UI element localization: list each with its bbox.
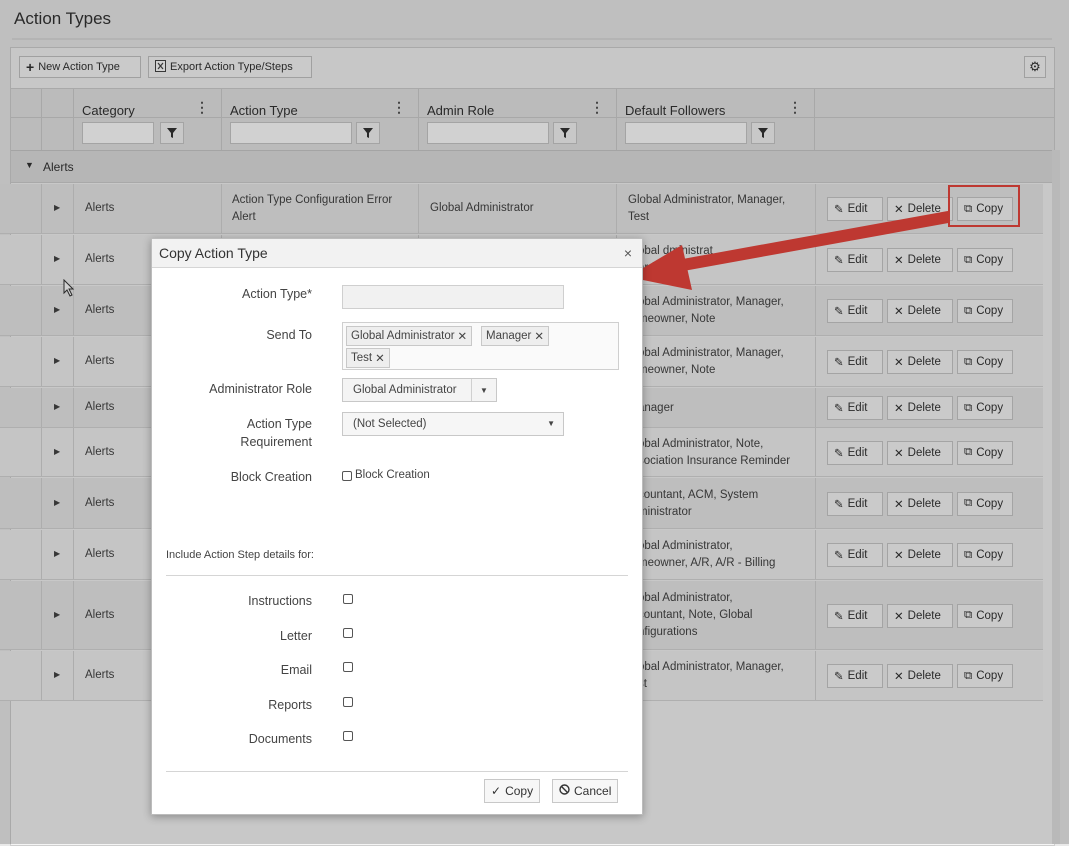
letter-checkbox[interactable] (343, 628, 353, 638)
copy-action-type-dialog: Copy Action Type × Action Type* Send To … (151, 238, 643, 815)
tag-label: Global Administrator (351, 330, 455, 342)
reports-label: Reports (268, 698, 312, 712)
section-divider (166, 575, 628, 576)
requirement-value: (Not Selected) (353, 418, 427, 430)
email-label: Email (280, 663, 312, 677)
block-creation-label: Block Creation (230, 470, 312, 484)
send-to-tag: Test ✕ (346, 348, 390, 368)
administrator-role-select[interactable]: Global Administrator ▼ (342, 378, 497, 402)
checkmark-icon: ✓ (491, 784, 502, 798)
tag-label: Test (351, 352, 373, 364)
letter-label: Letter (280, 629, 312, 643)
copy-label: Copy (505, 784, 534, 798)
include-details-heading: Include Action Step details for: (166, 549, 314, 561)
block-creation-checkbox[interactable] (342, 471, 352, 481)
instructions-checkbox[interactable] (343, 594, 353, 604)
cancel-label: Cancel (574, 784, 612, 798)
cancel-circle-icon (559, 784, 570, 798)
documents-label: Documents (248, 732, 312, 746)
send-to-tag: Global Administrator ✕ (346, 326, 473, 346)
requirement-label: Action Type (246, 417, 312, 431)
block-creation-check-label: Block Creation (355, 469, 430, 481)
close-icon[interactable]: × (624, 245, 632, 261)
administrator-role-label: Administrator Role (209, 382, 312, 396)
dialog-copy-button[interactable]: ✓ Copy (484, 779, 541, 803)
dialog-title: Copy Action Type (159, 245, 268, 261)
email-checkbox[interactable] (343, 662, 353, 672)
send-to-multiselect[interactable]: Global Administrator ✕ Manager ✕ Test ✕ (342, 322, 619, 370)
send-to-label: Send To (266, 328, 312, 342)
chevron-down-icon[interactable]: ▼ (471, 379, 496, 401)
instructions-label: Instructions (248, 594, 312, 608)
footer-divider (166, 771, 628, 772)
chevron-down-icon: ▼ (547, 419, 555, 428)
remove-tag-icon[interactable]: ✕ (534, 329, 544, 343)
remove-tag-icon[interactable]: ✕ (375, 351, 385, 365)
tag-label: Manager (486, 330, 532, 342)
requirement-label-line2: Requirement (240, 435, 312, 449)
action-type-label: Action Type* (242, 287, 312, 301)
send-to-tag: Manager ✕ (481, 326, 550, 346)
reports-checkbox[interactable] (343, 697, 353, 707)
action-type-requirement-select[interactable]: (Not Selected) ▼ (342, 412, 564, 436)
remove-tag-icon[interactable]: ✕ (458, 329, 468, 343)
documents-checkbox[interactable] (343, 731, 353, 741)
dialog-header: Copy Action Type × (152, 239, 642, 268)
dialog-cancel-button[interactable]: Cancel (552, 779, 619, 803)
action-type-input[interactable] (342, 285, 564, 309)
administrator-role-value: Global Administrator (353, 384, 457, 396)
